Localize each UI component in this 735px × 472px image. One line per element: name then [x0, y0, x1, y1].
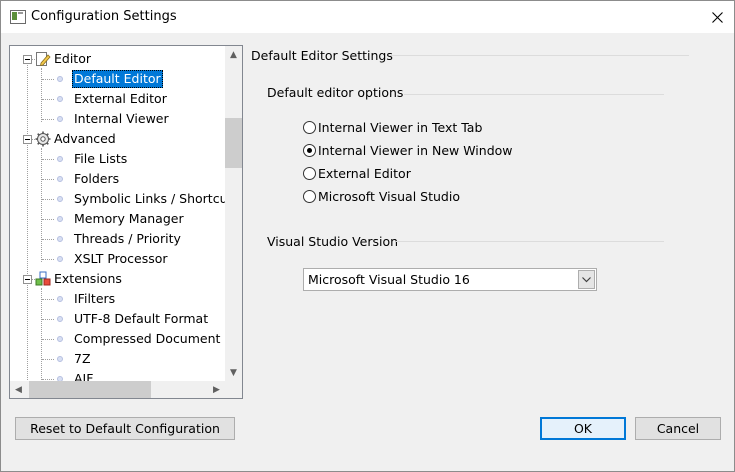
title-bar: Configuration Settings	[1, 1, 734, 33]
tree-item-label: File Lists	[74, 151, 128, 166]
tree-vertical-scrollbar[interactable]: ▲ ▼	[225, 46, 242, 381]
tree-item[interactable]: File Lists	[10, 149, 225, 169]
vs-group-title: Visual Studio Version	[267, 234, 399, 249]
reset-button[interactable]: Reset to Default Configuration	[15, 417, 235, 440]
tree-group-label: Advanced	[54, 131, 116, 146]
tree-item-label: Folders	[74, 171, 120, 186]
scroll-right-icon[interactable]: ▶	[208, 381, 225, 398]
window-title: Configuration Settings	[31, 9, 177, 24]
close-button[interactable]	[702, 3, 732, 31]
tree-item[interactable]: UTF-8 Default Format	[10, 309, 225, 329]
settings-tree[interactable]: Editor Default Editor External Editor Inter…	[9, 45, 243, 399]
bullet-icon	[57, 316, 63, 322]
bullet-icon	[57, 296, 63, 302]
options-group-title: Default editor options	[267, 85, 404, 100]
gear-icon	[35, 131, 51, 147]
tree-item-label: UTF-8 Default Format	[74, 311, 209, 326]
app-icon	[10, 10, 26, 24]
tree-item[interactable]: Internal Viewer	[10, 109, 225, 129]
scroll-down-icon[interactable]: ▼	[225, 364, 242, 381]
tree-group-label: Editor	[54, 51, 91, 66]
cancel-button[interactable]: Cancel	[635, 417, 721, 440]
bullet-icon	[57, 116, 63, 122]
tree-item[interactable]: Folders	[10, 169, 225, 189]
tree-item[interactable]: AIF	[10, 369, 225, 381]
visual-studio-version-select[interactable]: Microsoft Visual Studio 16	[303, 268, 597, 291]
chevron-down-icon	[582, 276, 591, 282]
blocks-icon	[35, 271, 51, 287]
tree-item-label: External Editor	[74, 91, 167, 106]
bullet-icon	[57, 76, 63, 82]
vs-selected-value: Microsoft Visual Studio 16	[308, 272, 470, 287]
pencil-page-icon	[35, 51, 51, 67]
editor-option-radio[interactable]: Internal Viewer in New Window	[303, 142, 523, 160]
ok-button[interactable]: OK	[540, 417, 626, 440]
tree-item[interactable]: 7Z	[10, 349, 225, 369]
tree-group-extensions[interactable]: Extensions	[10, 269, 225, 289]
radio-label: External Editor	[318, 166, 411, 181]
tree-item-label: 7Z	[74, 351, 91, 366]
bullet-icon	[57, 336, 63, 342]
radio-button-icon[interactable]	[303, 144, 316, 157]
tree-item-label: XSLT Processor	[74, 251, 168, 266]
tree-item-label: Symbolic Links / Shortcut	[74, 191, 225, 206]
tree-item[interactable]: Compressed Document R	[10, 329, 225, 349]
tree-item-label: IFilters	[74, 291, 116, 306]
radio-button-icon[interactable]	[303, 121, 316, 134]
bullet-icon	[57, 356, 63, 362]
tree-item-label: Default Editor	[72, 70, 163, 88]
radio-label: Internal Viewer in New Window	[318, 143, 513, 158]
radio-button-icon[interactable]	[303, 190, 316, 203]
tree-item-label: AIF	[74, 371, 94, 381]
scroll-left-icon[interactable]: ◀	[10, 381, 27, 398]
collapse-toggle-icon[interactable]	[23, 135, 32, 144]
radio-label: Microsoft Visual Studio	[318, 189, 460, 204]
tree-item-label: Compressed Document R	[74, 331, 225, 346]
collapse-toggle-icon[interactable]	[23, 275, 32, 284]
tree-group-label: Extensions	[54, 271, 122, 286]
divider	[396, 241, 664, 242]
radio-label: Internal Viewer in Text Tab	[318, 120, 483, 135]
tree-group-editor[interactable]: Editor	[10, 49, 225, 69]
tree-item[interactable]: Threads / Priority	[10, 229, 225, 249]
tree-item-label: Internal Viewer	[74, 111, 169, 126]
collapse-toggle-icon[interactable]	[23, 55, 32, 64]
configuration-dialog: Configuration Settings Editor Default Edi…	[0, 0, 735, 472]
editor-option-radio[interactable]: Internal Viewer in Text Tab	[303, 119, 523, 137]
dropdown-button[interactable]	[578, 270, 595, 289]
bullet-icon	[57, 216, 63, 222]
tree-item-label: Memory Manager	[74, 211, 184, 226]
bullet-icon	[57, 196, 63, 202]
editor-option-radio[interactable]: Microsoft Visual Studio	[303, 188, 523, 206]
radio-button-icon[interactable]	[303, 167, 316, 180]
scroll-up-icon[interactable]: ▲	[225, 46, 242, 63]
bullet-icon	[57, 256, 63, 262]
tree-item[interactable]: Default Editor	[10, 69, 225, 89]
divider	[389, 55, 689, 56]
tree-item-label: Threads / Priority	[74, 231, 181, 246]
divider	[404, 94, 664, 95]
bullet-icon	[57, 156, 63, 162]
close-icon	[711, 11, 723, 23]
bullet-icon	[57, 96, 63, 102]
horizontal-scroll-thumb[interactable]	[29, 381, 151, 398]
tree-item[interactable]: XSLT Processor	[10, 249, 225, 269]
tree-viewport: Editor Default Editor External Editor Inter…	[10, 46, 225, 381]
tree-item[interactable]: External Editor	[10, 89, 225, 109]
panel-title: Default Editor Settings	[251, 48, 393, 63]
tree-group-advanced[interactable]: Advanced	[10, 129, 225, 149]
bullet-icon	[57, 176, 63, 182]
tree-horizontal-scrollbar[interactable]: ◀ ▶	[10, 381, 225, 398]
bullet-icon	[57, 236, 63, 242]
tree-item[interactable]: IFilters	[10, 289, 225, 309]
vertical-scroll-thumb[interactable]	[225, 118, 242, 168]
tree-item[interactable]: Symbolic Links / Shortcut	[10, 189, 225, 209]
editor-option-radio[interactable]: External Editor	[303, 165, 523, 183]
tree-item[interactable]: Memory Manager	[10, 209, 225, 229]
